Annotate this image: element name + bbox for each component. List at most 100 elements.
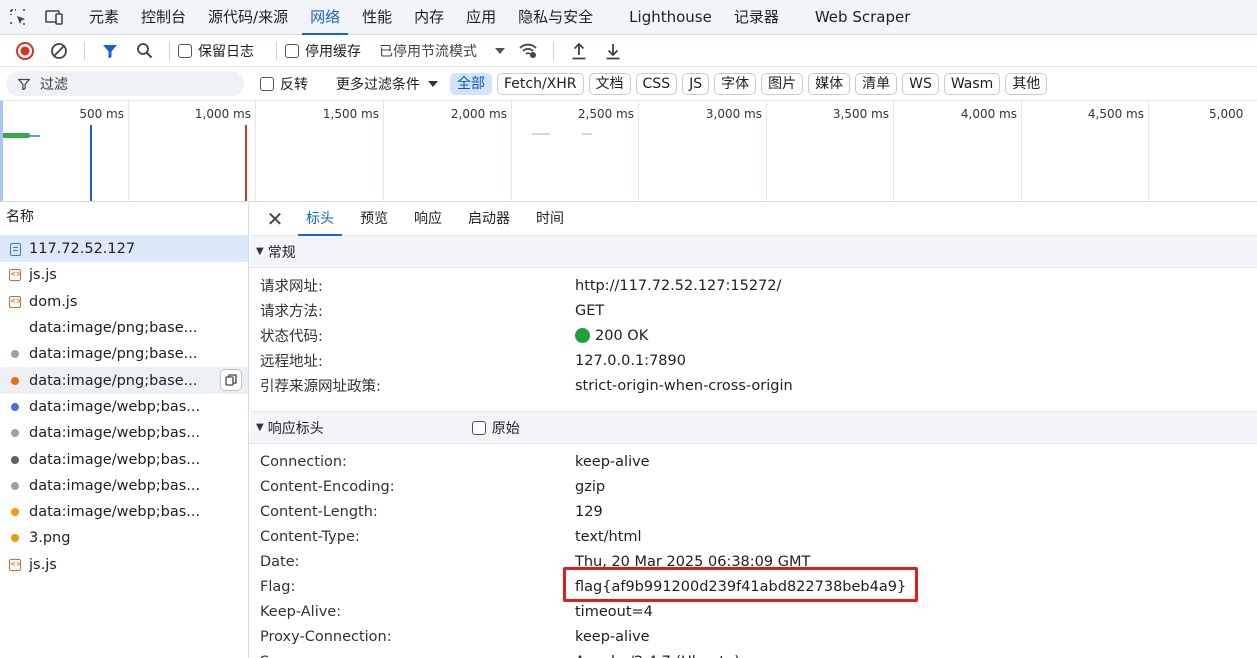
filter-chip[interactable]: JS [682,72,710,95]
timeline-tick-label: 4,000 ms [960,107,1017,121]
header-value[interactable]: timeout=4 [575,604,653,620]
stop-recording-button[interactable] [8,35,42,67]
request-row[interactable]: data:image/png;base... [0,341,248,367]
header-value-text: strict-origin-when-cross-origin [575,377,793,394]
request-row[interactable]: data:image/webp;bas... [0,420,248,446]
name-column-header[interactable]: 名称 [0,202,248,236]
toolbar-divider [276,41,277,60]
image-icon [8,479,22,493]
top-tab[interactable]: 隐私与安全 [507,0,604,35]
header-key: Content-Type: [260,528,360,545]
request-row[interactable]: data:image/webp;bas... [0,446,248,472]
filter-chip[interactable]: 媒体 [808,72,851,95]
header-value[interactable]: GET [575,303,604,319]
details-tab[interactable]: 响应 [404,202,452,236]
top-tab[interactable]: Lighthouse [618,0,723,35]
header-value[interactable]: Thu, 20 Mar 2025 06:38:09 GMT [575,554,810,570]
general-section-header[interactable]: ▼ 常规 [250,236,1257,268]
header-value-text: Apache/2.4.7 (Ubuntu) [575,654,740,658]
header-value-text: timeout=4 [575,603,653,620]
top-tab[interactable]: 源代码/来源 [197,0,299,35]
filter-chip[interactable]: Fetch/XHR [497,72,584,95]
more-filters-dropdown[interactable]: 更多过滤条件 [336,74,438,94]
request-name: data:image/png;base... [29,372,198,389]
request-row[interactable]: data:image/png;base... [0,315,248,341]
request-row[interactable]: data:image/webp;bas... [0,394,248,420]
response-headers-section-header[interactable]: ▼ 响应标头 原始 [250,412,1257,444]
response-header-row: Content-Length: 129 [250,499,1257,524]
header-value[interactable]: 127.0.0.1:7890 [575,353,686,369]
image-icon [8,426,22,440]
inspect-element-icon[interactable] [0,0,36,35]
export-har-icon[interactable] [596,35,630,67]
general-row: 请求方法: GET [250,298,1257,323]
top-tab[interactable]: 记录器 [723,0,790,35]
top-tab[interactable]: 控制台 [130,0,197,35]
header-value[interactable]: flag{af9b991200d239f41abd822738beb4a9} [575,579,906,595]
preserve-log-checkbox[interactable]: 保留日志 [178,35,268,67]
header-value[interactable]: strict-origin-when-cross-origin [575,378,793,394]
top-tab[interactable]: 内存 [403,0,455,35]
header-value[interactable]: http://117.72.52.127:15272/ [575,278,781,294]
overview-timeline[interactable]: 500 ms 1,000 ms 1,500 ms 2,000 ms 2,500 ms 3,… [0,101,1257,202]
details-tab[interactable]: 标头 [296,202,344,236]
header-value-text: 129 [575,503,603,520]
header-value[interactable]: 200 OK [575,328,648,344]
header-value[interactable]: keep-alive [575,629,650,645]
dropdown-arrow-icon [495,47,505,54]
filter-chip[interactable]: WS [902,72,939,95]
top-tab[interactable]: 元素 [78,0,130,35]
filter-chip[interactable]: 全部 [450,72,492,95]
filter-input[interactable]: 过滤 [6,71,244,96]
request-row[interactable]: 3.png [0,525,248,551]
filter-chip[interactable]: 文档 [588,72,631,95]
filter-icon[interactable] [93,35,127,67]
clear-icon[interactable] [42,35,76,67]
timeline-gridline [511,101,512,201]
general-row: 远程地址: 127.0.0.1:7890 [250,348,1257,373]
header-value[interactable]: 129 [575,504,603,520]
request-row[interactable]: 117.72.52.127 [0,236,248,263]
timeline-gridline [1148,101,1149,201]
close-icon[interactable]: ✕ [264,207,286,231]
request-row[interactable]: <> js.js [0,262,248,288]
header-key: Content-Encoding: [260,478,395,495]
invert-checkbox[interactable]: 反转 [260,74,308,94]
request-row[interactable]: data:image/png;base... [0,367,248,394]
filter-chip[interactable]: 清单 [855,72,898,95]
request-row[interactable]: <> dom.js [0,289,248,315]
header-value[interactable]: keep-alive [575,454,650,470]
filter-chip[interactable]: CSS [635,72,678,95]
filter-chip[interactable]: 字体 [714,72,757,95]
top-tab[interactable]: Web Scraper [804,0,922,35]
throttling-select[interactable]: 已停用节流模式 [375,35,505,67]
top-tab[interactable]: 应用 [455,0,507,35]
import-har-icon[interactable] [562,35,596,67]
disable-cache-checkbox[interactable]: 停用缓存 [285,35,375,67]
copy-icon[interactable] [220,369,242,392]
network-conditions-icon[interactable] [511,35,545,67]
details-tab[interactable]: 启动器 [458,202,520,236]
response-header-row: Flag: flag{af9b991200d239f41abd822738beb4… [250,574,1257,599]
request-row[interactable]: data:image/webp;bas... [0,473,248,499]
raw-headers-checkbox[interactable]: 原始 [471,418,520,438]
request-row[interactable]: data:image/webp;bas... [0,499,248,525]
collapse-triangle-icon: ▼ [256,246,264,257]
header-key: 请求方法: [260,304,323,320]
top-tab[interactable]: 性能 [351,0,403,35]
top-tab[interactable]: 网络 [299,0,351,35]
device-toolbar-icon[interactable] [36,0,72,35]
header-value[interactable]: Apache/2.4.7 (Ubuntu) [575,654,740,658]
filter-chip[interactable]: 图片 [761,72,804,95]
details-tab[interactable]: 预览 [350,202,398,236]
toolbar-divider [84,41,85,60]
filter-chip[interactable]: 其他 [1005,72,1048,95]
script-glyph: <> [9,295,22,308]
selection-handle-left[interactable] [0,101,3,201]
search-icon[interactable] [127,35,161,67]
filter-chip[interactable]: Wasm [943,72,1001,95]
header-value[interactable]: text/html [575,529,642,545]
details-tab[interactable]: 时间 [526,202,574,236]
request-row[interactable]: <> js.js [0,552,248,578]
header-value[interactable]: gzip [575,479,605,495]
